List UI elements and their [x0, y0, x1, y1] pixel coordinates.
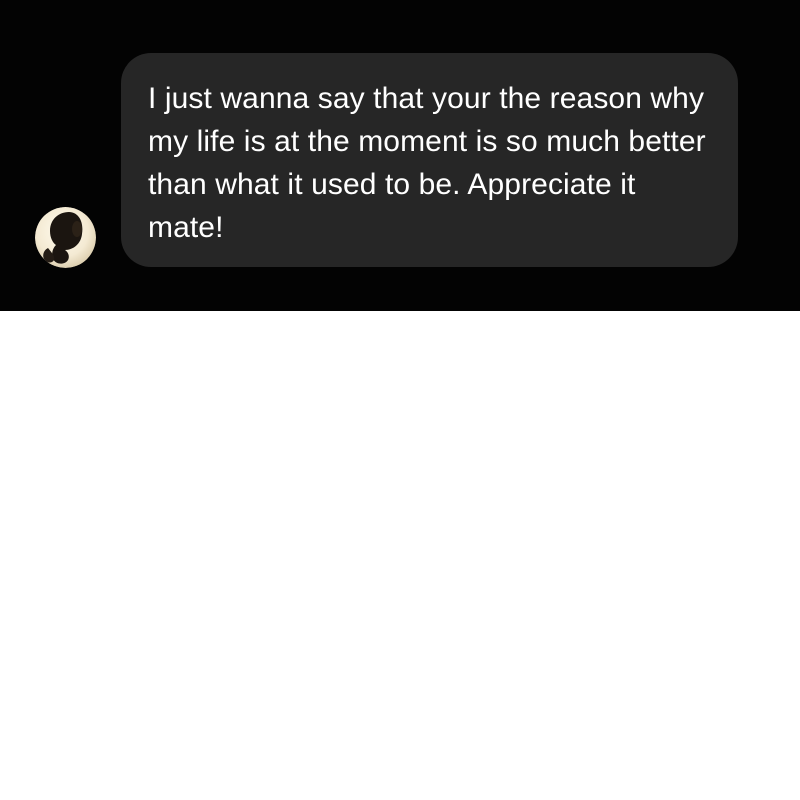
message-text: I just wanna say that your the reason wh…: [148, 82, 706, 244]
blank-canvas-area: [0, 311, 800, 800]
profile-photo-icon: [35, 207, 96, 268]
incoming-message-bubble[interactable]: I just wanna say that your the reason wh…: [121, 53, 738, 267]
sender-avatar[interactable]: [35, 207, 96, 268]
screenshot-page: I just wanna say that your the reason wh…: [0, 0, 800, 800]
chat-thread: I just wanna say that your the reason wh…: [0, 0, 800, 311]
